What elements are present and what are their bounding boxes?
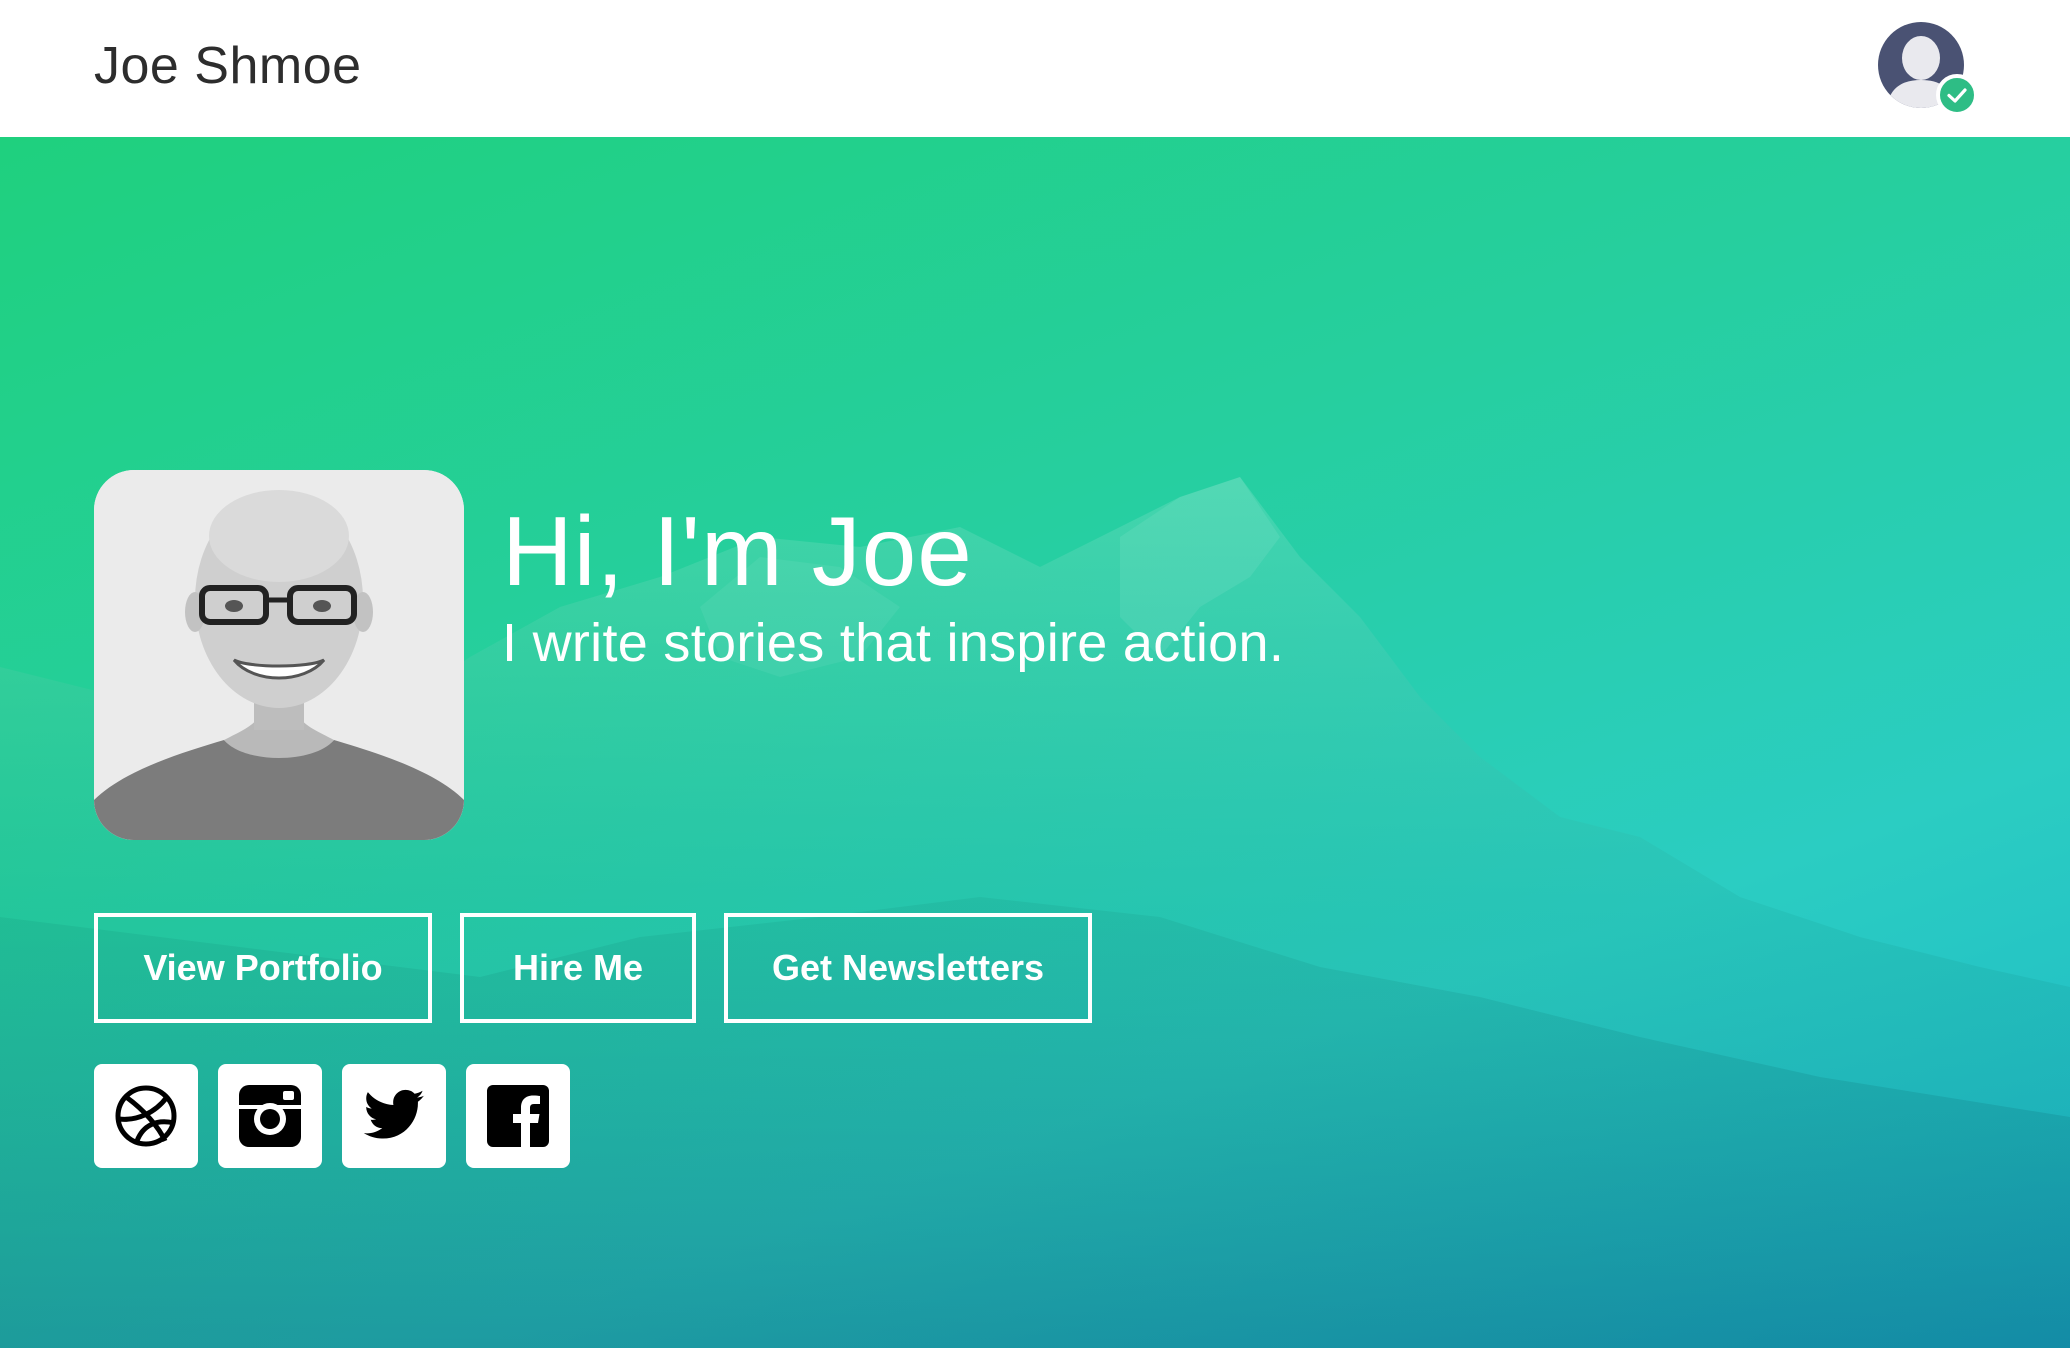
hero-tagline: I write stories that inspire action. [502,613,1285,673]
instagram-link[interactable] [218,1064,322,1168]
hero-heading: Hi, I'm Joe [502,496,973,606]
twitter-link[interactable] [342,1064,446,1168]
user-avatar-button[interactable] [1878,22,1978,116]
hero-section: Hi, I'm Joe I write stories that inspire… [0,137,2070,1348]
twitter-icon [363,1089,425,1139]
dribbble-icon [115,1085,177,1147]
top-navbar: Joe Shmoe [0,0,2070,137]
dribbble-link[interactable] [94,1064,198,1168]
verified-badge [1936,74,1978,116]
instagram-icon [239,1085,301,1147]
hire-me-button[interactable]: Hire Me [460,913,696,1023]
profile-portrait-image [94,470,464,840]
facebook-link[interactable] [466,1064,570,1168]
get-newsletters-button[interactable]: Get Newsletters [724,913,1092,1023]
profile-photo [94,470,464,840]
site-title[interactable]: Joe Shmoe [94,36,362,96]
view-portfolio-button[interactable]: View Portfolio [94,913,432,1023]
check-circle-icon [1947,88,1967,103]
facebook-icon [487,1085,549,1147]
